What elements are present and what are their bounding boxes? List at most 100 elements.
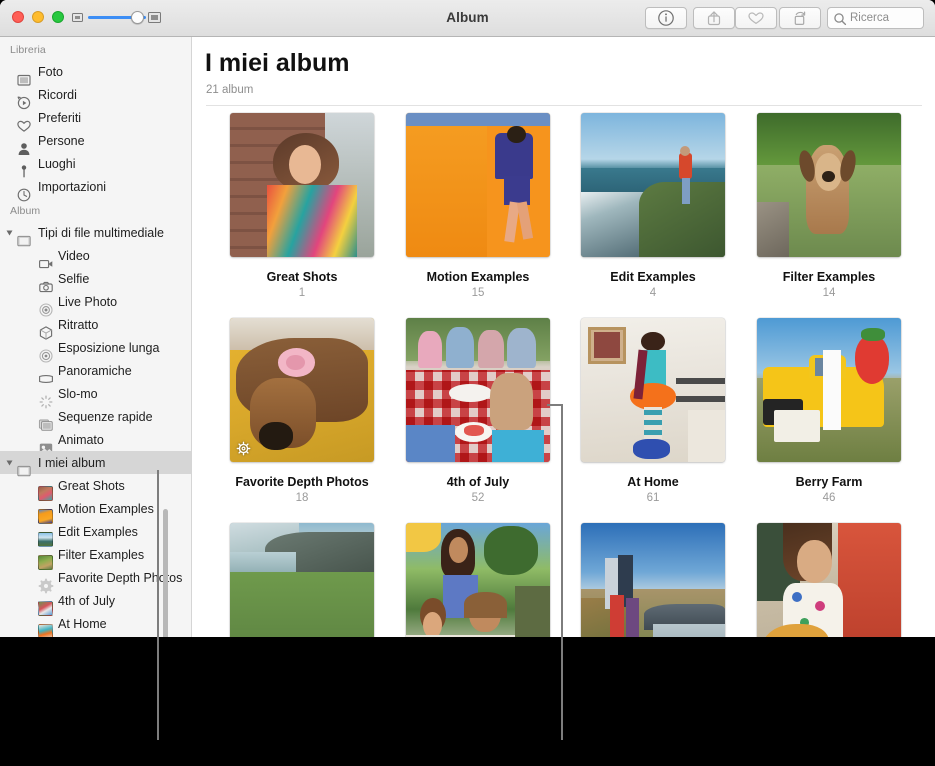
album-cell-motion-examples[interactable]: Motion Examples 15 [390,113,566,299]
page-title: I miei album [205,49,349,78]
album-photo-count: 1 [214,287,390,299]
favorite-button[interactable] [735,7,777,29]
sidebar-item-i-miei-album[interactable]: I miei album [0,451,191,474]
album-name: At Home [565,475,741,489]
info-circle-icon [646,8,686,28]
sidebar-item-panoramiche[interactable]: Panoramiche [0,359,191,382]
album-name: Great Shots [214,270,390,284]
album-thumbnail[interactable] [230,318,374,462]
album-photo-count: 15 [390,287,566,299]
rotate-button[interactable] [779,7,821,29]
album-thumbnail[interactable] [406,113,550,257]
sidebar-item-esposizione-lunga[interactable]: Esposizione lunga [0,336,191,359]
sidebar-item-ricordi[interactable]: Ricordi [0,83,191,106]
album-thumbnail[interactable] [757,523,901,637]
album-name: Filter Examples [741,270,917,284]
album-thumbnail[interactable] [581,113,725,257]
sidebar-scrollbar[interactable] [163,509,168,637]
sidebar-item-importazioni[interactable]: Importazioni [0,175,191,198]
sidebar-item-label: Video [58,249,90,263]
sidebar-item-luoghi[interactable]: Luoghi [0,152,191,175]
album-cell-4th-of-july[interactable]: 4th of July 52 [390,318,566,504]
heart-icon [736,8,776,28]
sidebar-item-label: Selfie [58,272,89,286]
album-photo-count: 14 [741,287,917,299]
sidebar-item-preferiti[interactable]: Preferiti [0,106,191,129]
sidebar-item-label: Animato [58,433,104,447]
rotate-icon [780,8,820,28]
search-icon [833,12,847,26]
album-thumbnail[interactable] [406,523,550,637]
sidebar[interactable]: Libreria Foto Ricordi Preferiti Persone Luogh… [0,37,192,637]
album-photo-count: 61 [565,492,741,504]
sidebar-item-selfie[interactable]: Selfie [0,267,191,290]
sidebar-item-label: Foto [38,65,63,79]
album-name: 4th of July [390,475,566,489]
callout-line-grid-vertical [561,404,563,740]
sidebar-item-label: Filter Examples [58,548,144,562]
album-cell-untitled-11[interactable] [741,523,917,637]
sidebar-item-persone[interactable]: Persone [0,129,191,152]
album-thumbnail[interactable] [230,113,374,257]
album-cell-filter-examples[interactable]: Filter Examples 14 [741,113,917,299]
sidebar-section-header: Libreria [0,37,191,60]
sidebar-item-label: Tipi di file multimediale [38,226,164,240]
album-cell-untitled-9[interactable] [390,523,566,637]
album-name: Edit Examples [565,270,741,284]
sidebar-item-slo-mo[interactable]: Slo-mo [0,382,191,405]
sidebar-item-label: Sequenze rapide [58,410,153,424]
album-name: Motion Examples [390,270,566,284]
album-name: Berry Farm [741,475,917,489]
titlebar: Album [0,0,935,37]
album-count-label: 21 album [206,84,253,96]
sidebar-item-animato[interactable]: Animato [0,428,191,451]
album-cell-untitled-8[interactable] [214,523,390,637]
album-thumbnail[interactable] [757,113,901,257]
sidebar-item-label: Importazioni [38,180,106,194]
sidebar-item-label: Esposizione lunga [58,341,159,355]
sidebar-item-label: Ritratto [58,318,98,332]
disclosure-triangle-icon[interactable] [7,461,13,466]
sidebar-item-label: Motion Examples [58,502,154,516]
sidebar-item-foto[interactable]: Foto [0,60,191,83]
share-button[interactable] [693,7,735,29]
album-thumbnail[interactable] [230,523,374,637]
album-thumbnail[interactable] [581,523,725,637]
album-thumbnail[interactable] [406,318,550,462]
sidebar-item-label: Persone [38,134,85,148]
album-cell-at-home[interactable]: At Home 61 [565,318,741,504]
album-photo-count: 46 [741,492,917,504]
sidebar-item-label: Great Shots [58,479,125,493]
sidebar-item-label: I miei album [38,456,105,470]
sidebar-item-label: Panoramiche [58,364,132,378]
main-content: I miei album 21 album Great Shots 1Motion… [193,37,935,637]
sidebar-item-great-shots[interactable]: Great Shots [0,474,191,497]
search-input-text[interactable]: Ricerca [850,12,889,24]
album-cell-great-shots[interactable]: Great Shots 1 [214,113,390,299]
sidebar-item-label: At Home [58,617,107,631]
info-button[interactable] [645,7,687,29]
album-photo-count: 18 [214,492,390,504]
share-icon [694,8,734,28]
gear-icon [236,441,251,456]
callout-line-sidebar-albums [157,470,159,740]
sidebar-item-sequenze-rapide[interactable]: Sequenze rapide [0,405,191,428]
sidebar-item-label: Live Photo [58,295,117,309]
album-cell-berry-farm[interactable]: Berry Farm 46 [741,318,917,504]
sidebar-item-live-photo[interactable]: Live Photo [0,290,191,313]
sidebar-item-label: Preferiti [38,111,81,125]
sidebar-item-tipi-di-file-multimediale[interactable]: Tipi di file multimediale [0,221,191,244]
disclosure-triangle-icon[interactable] [7,231,13,236]
album-cell-edit-examples[interactable]: Edit Examples4 [565,113,741,299]
album-name: Favorite Depth Photos [214,475,390,489]
sidebar-item-ritratto[interactable]: Ritratto [0,313,191,336]
album-thumbnail[interactable] [757,318,901,462]
album-cell-favorite-depth-photos[interactable]: Favorite Depth Photos 18 [214,318,390,504]
album-thumbnail[interactable] [581,318,725,462]
album-cell-untitled-10[interactable] [565,523,741,637]
sidebar-item-label: Luoghi [38,157,76,171]
sidebar-item-video[interactable]: Video [0,244,191,267]
header-divider [206,105,922,106]
search-field[interactable]: Ricerca [827,7,924,29]
album-photo-count: 52 [390,492,566,504]
